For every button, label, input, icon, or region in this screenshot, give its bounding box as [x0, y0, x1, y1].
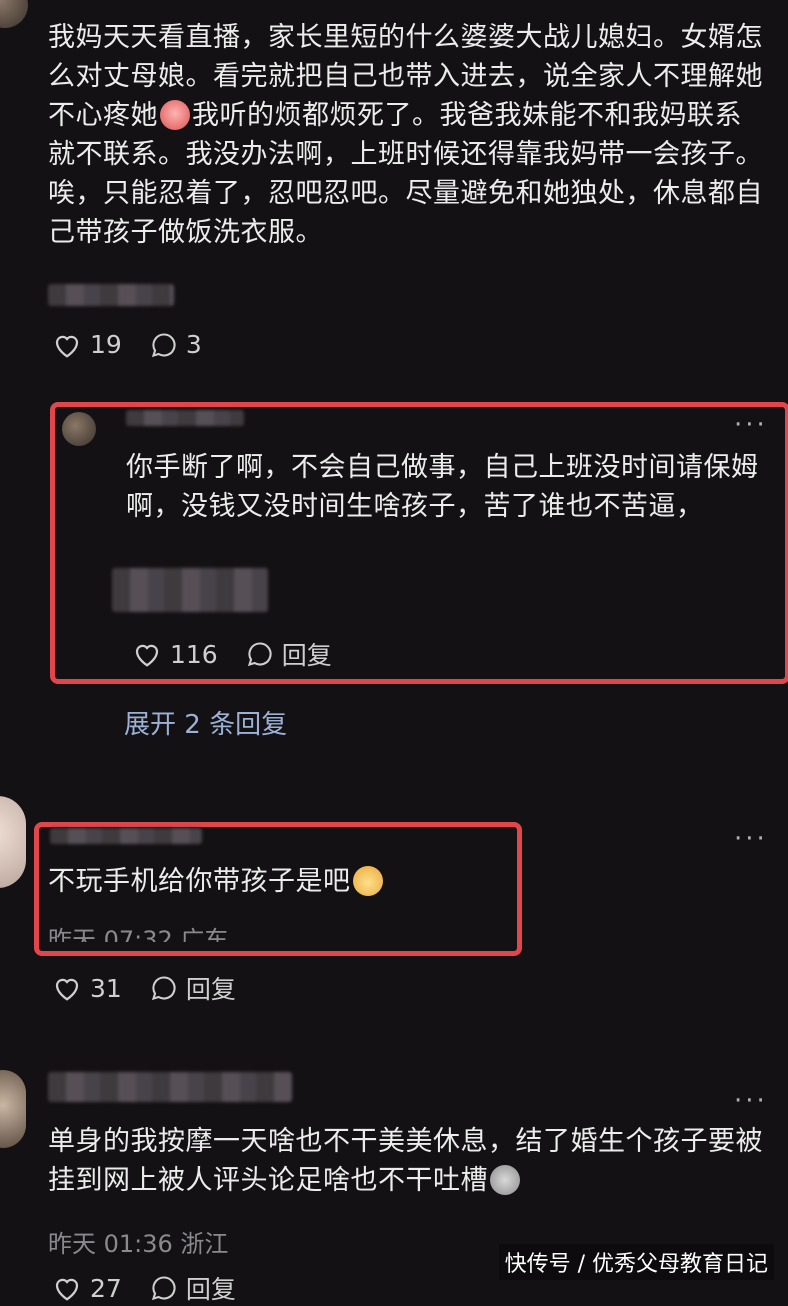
- like-button[interactable]: 27: [52, 1274, 122, 1303]
- heart-icon: [55, 1278, 79, 1301]
- reply-label: 回复: [281, 641, 332, 670]
- like-count: 116: [170, 639, 218, 669]
- reply-count-button[interactable]: 3: [150, 330, 202, 359]
- like-button[interactable]: 116: [132, 640, 218, 669]
- comment-bubble-icon: [151, 1276, 176, 1301]
- watermark: 快传号 / 优秀父母教育日记: [498, 1244, 774, 1280]
- comment-4-actions: 27 回复: [52, 1270, 236, 1306]
- more-options-button[interactable]: ···: [734, 412, 768, 438]
- reply-count: 3: [185, 330, 202, 359]
- comment-1-actions: 19 3: [52, 330, 202, 359]
- heart-icon: [55, 978, 79, 1001]
- comment-bubble-icon: [151, 976, 176, 1001]
- avatar[interactable]: [0, 796, 26, 888]
- like-button[interactable]: 19: [52, 330, 122, 359]
- reply-button[interactable]: 回复: [150, 1270, 236, 1306]
- blurred-username: [50, 828, 202, 844]
- comment-4-text: 单身的我按摩一天啥也不干美美休息，结了婚生个孩子要被挂到网上被人评头论足啥也不干…: [48, 1122, 768, 1200]
- heart-icon: [135, 644, 159, 667]
- blurred-time: [112, 568, 268, 612]
- comment-4-text-content: 单身的我按摩一天啥也不干美美休息，结了婚生个孩子要被挂到网上被人评头论足啥也不干…: [48, 1126, 763, 1196]
- more-options-button[interactable]: ···: [734, 1088, 768, 1114]
- comment-4-time: 昨天 01:36 浙江: [48, 1230, 229, 1258]
- comment-3-text: 不玩手机给你带孩子是吧: [48, 862, 508, 901]
- avatar[interactable]: [62, 412, 96, 446]
- heart-icon: [55, 335, 79, 358]
- reply-label: 回复: [185, 1275, 236, 1304]
- like-count: 31: [90, 973, 122, 1003]
- blurred-username: [48, 1072, 292, 1102]
- baby-emoji-icon: [352, 866, 383, 896]
- blurred-username: [48, 284, 174, 306]
- comment-1-text: 我妈天天看直播，家长里短的什么婆婆大战儿媳妇。女婿怎么对丈母娘。看完就把自己也带…: [48, 18, 768, 252]
- expand-replies-link[interactable]: 展开 2 条回复: [124, 704, 287, 741]
- reply-button[interactable]: 回复: [246, 636, 332, 672]
- crying-emoji-icon: [160, 100, 190, 130]
- avatar[interactable]: [0, 0, 28, 28]
- reply-label: 回复: [185, 975, 236, 1004]
- comment-2-actions: 116 回复: [132, 636, 332, 672]
- more-options-button[interactable]: ···: [734, 826, 768, 852]
- comment-3-time: 昨天 07:32 广东: [48, 926, 229, 942]
- comment-bubble-icon: [151, 332, 176, 357]
- reply-button[interactable]: 回复: [150, 970, 236, 1006]
- blurred-username: [126, 410, 244, 426]
- sweat-emoji-icon: [490, 1165, 520, 1195]
- comment-2-text: 你手断了啊，不会自己做事，自己上班没时间请保姆啊，没钱又没时间生啥孩子，苦了谁也…: [126, 452, 759, 522]
- avatar[interactable]: [0, 1070, 26, 1148]
- like-count: 27: [90, 1273, 122, 1303]
- comment-bubble-icon: [247, 642, 272, 667]
- comment-3-text-content: 不玩手机给你带孩子是吧: [48, 866, 351, 897]
- comment-3-actions: 31 回复: [52, 970, 236, 1006]
- like-button[interactable]: 31: [52, 974, 122, 1003]
- like-count: 19: [90, 330, 122, 359]
